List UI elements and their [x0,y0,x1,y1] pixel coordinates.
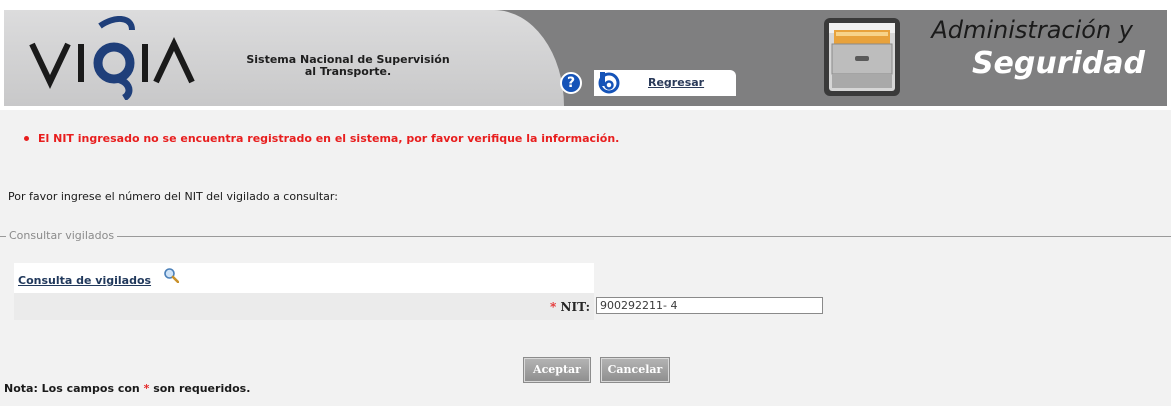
tagline-line2: al Transporte. [304,65,392,78]
error-bullet [24,135,29,141]
fieldset-divider [0,236,1171,237]
header-title-line2: Seguridad [971,46,1145,81]
vigia-logo [29,16,195,100]
nit-row: * NIT: [14,293,594,320]
required-note: Nota: Los campos con * son requeridos. [4,382,250,395]
fieldset-legend: Consultar vigilados [6,229,118,242]
back-icon[interactable] [598,72,620,94]
nit-label-text: NIT: [560,300,590,314]
main-content: El NIT ingresado no se encuentra registr… [0,110,1171,406]
magnifier-icon[interactable] [163,267,179,283]
help-back-area: ? Regresar [560,68,740,96]
form-header: Consulta de vigilados [14,263,594,293]
note-prefix: Nota: Los campos con [4,382,140,395]
page: Sistema Nacional de Supervisión al Trans… [0,0,1171,406]
search-form-panel: Consulta de vigilados * NIT: [14,263,594,320]
accept-button[interactable]: Aceptar [523,357,591,383]
nit-input[interactable] [596,297,823,314]
error-text: El NIT ingresado no se encuentra registr… [38,132,620,145]
back-box: Regresar [594,70,736,96]
consulta-vigilados-link[interactable]: Consulta de vigilados [18,274,151,287]
required-star: * [550,300,557,314]
note-star: * [143,382,150,395]
file-cabinet-icon [824,18,900,96]
header-banner: Sistema Nacional de Supervisión al Trans… [4,10,1167,106]
note-suffix: son requeridos. [153,382,251,395]
instruction-text: Por favor ingrese el número del NIT del … [8,190,338,203]
tagline: Sistema Nacional de Supervisión al Trans… [238,54,458,78]
nit-label: * NIT: [510,300,590,314]
cancel-button[interactable]: Cancelar [600,357,670,383]
error-message: El NIT ingresado no se encuentra registr… [24,132,619,145]
back-link[interactable]: Regresar [648,76,704,89]
header-title-line1: Administración y [931,16,1133,44]
help-icon[interactable]: ? [560,72,582,94]
